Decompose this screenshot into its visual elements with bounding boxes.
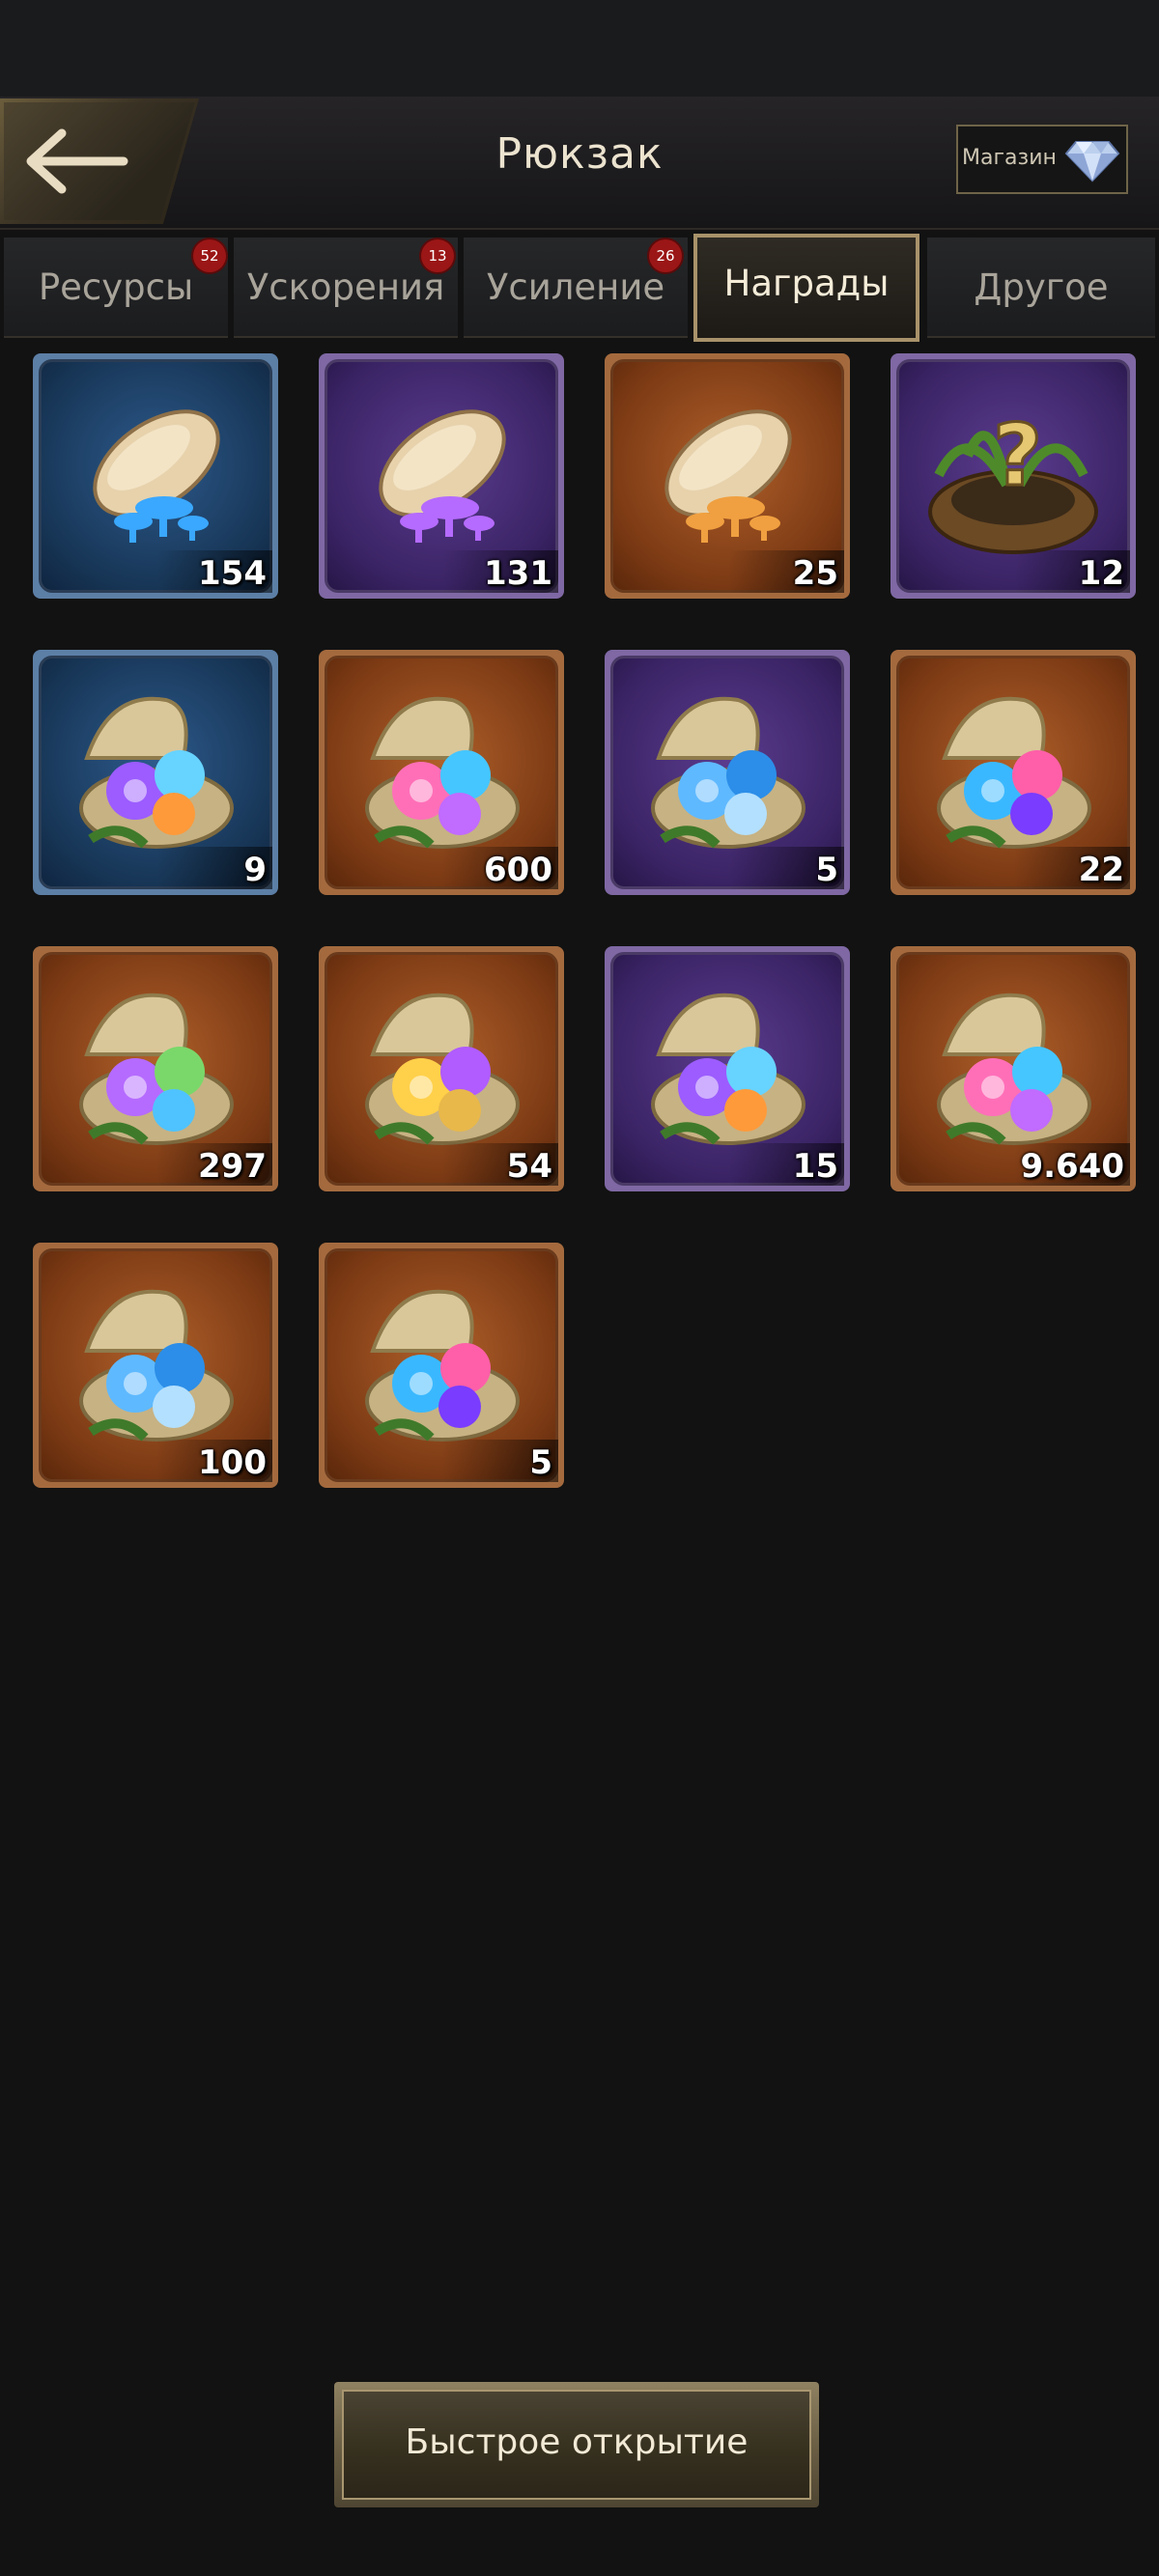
header: Рюкзак Магазин — [0, 97, 1159, 230]
item-count: 9.640 — [1020, 1147, 1124, 1186]
inventory-item[interactable]: 5 — [605, 650, 850, 895]
shell-with-soil-and-larva-icon — [52, 665, 259, 876]
tab-badge: 13 — [421, 239, 454, 272]
shell-with-purple-dna-icon — [52, 1258, 259, 1469]
inventory-item[interactable]: 297 — [33, 946, 278, 1191]
inventory-item[interactable]: 131 — [319, 353, 564, 599]
tab-label: Ресурсы — [38, 266, 194, 308]
tab-other[interactable]: Другое — [927, 238, 1155, 338]
tab-label: Другое — [974, 266, 1109, 308]
inventory-item[interactable]: 9 — [33, 650, 278, 895]
inventory-item[interactable]: 9.640 — [890, 946, 1136, 1191]
shop-button[interactable]: Магазин — [956, 125, 1128, 194]
item-count: 131 — [484, 554, 552, 593]
orange-mushroom-seed-icon — [624, 369, 831, 579]
inventory-item[interactable]: 22 — [890, 650, 1136, 895]
shell-with-spores-icon — [338, 665, 545, 876]
blue-mushroom-seed-icon — [52, 369, 259, 579]
shell-with-pink-spores-icon — [624, 962, 831, 1172]
tab-badge: 52 — [193, 239, 226, 272]
shell-with-dna-and-spores-icon — [910, 665, 1117, 876]
diamond-icon — [1064, 141, 1120, 182]
tab-label: Награды — [723, 263, 890, 304]
inventory-item[interactable]: 600 — [319, 650, 564, 895]
tab-badge: 26 — [649, 239, 682, 272]
item-count: 5 — [815, 851, 838, 889]
inventory-item[interactable]: 15 — [605, 946, 850, 1191]
inventory-item[interactable]: 154 — [33, 353, 278, 599]
tab-boosts[interactable]: Усиление 26 — [464, 238, 688, 338]
inventory-item[interactable]: 100 — [33, 1243, 278, 1488]
svg-text:?: ? — [993, 406, 1042, 505]
shell-with-golden-spores-icon — [52, 962, 259, 1172]
open-shell-with-pink-spores-icon — [910, 962, 1117, 1172]
quick-open-label: Быстрое открытие — [405, 2422, 749, 2462]
item-count: 154 — [198, 554, 267, 593]
purple-mushroom-seed-icon — [338, 369, 545, 579]
quick-open-button[interactable]: Быстрое открытие — [334, 2382, 819, 2507]
item-count: 9 — [243, 851, 267, 889]
shop-label: Магазин — [962, 146, 1057, 170]
inventory-item[interactable]: 5 — [319, 1243, 564, 1488]
item-count: 600 — [484, 851, 552, 889]
tab-resources[interactable]: Ресурсы 52 — [4, 238, 228, 338]
shell-with-badge-and-mushrooms-icon — [338, 962, 545, 1172]
mystery-nest-icon: ? — [910, 369, 1117, 579]
inventory-item[interactable]: 25 — [605, 353, 850, 599]
inventory-item[interactable]: 54 — [319, 946, 564, 1191]
item-count: 54 — [506, 1147, 552, 1186]
item-count: 12 — [1078, 554, 1124, 593]
tab-bar: Ресурсы 52 Ускорения 13 Усиление 26 Нагр… — [0, 232, 1159, 344]
item-count: 297 — [198, 1147, 267, 1186]
inventory-item[interactable]: ? 12 — [890, 353, 1136, 599]
item-count: 22 — [1078, 851, 1124, 889]
tab-speedups[interactable]: Ускорения 13 — [234, 238, 458, 338]
status-bar — [0, 0, 1159, 97]
item-count: 25 — [792, 554, 838, 593]
tab-rewards[interactable]: Награды — [693, 234, 919, 342]
item-count: 100 — [198, 1443, 267, 1482]
tab-label: Усиление — [486, 266, 665, 308]
item-count: 5 — [529, 1443, 552, 1482]
tab-label: Ускорения — [246, 266, 445, 308]
shell-with-blue-spores-icon — [624, 665, 831, 876]
shell-with-butterfly-puzzle-icon — [338, 1258, 545, 1469]
item-count: 15 — [792, 1147, 838, 1186]
